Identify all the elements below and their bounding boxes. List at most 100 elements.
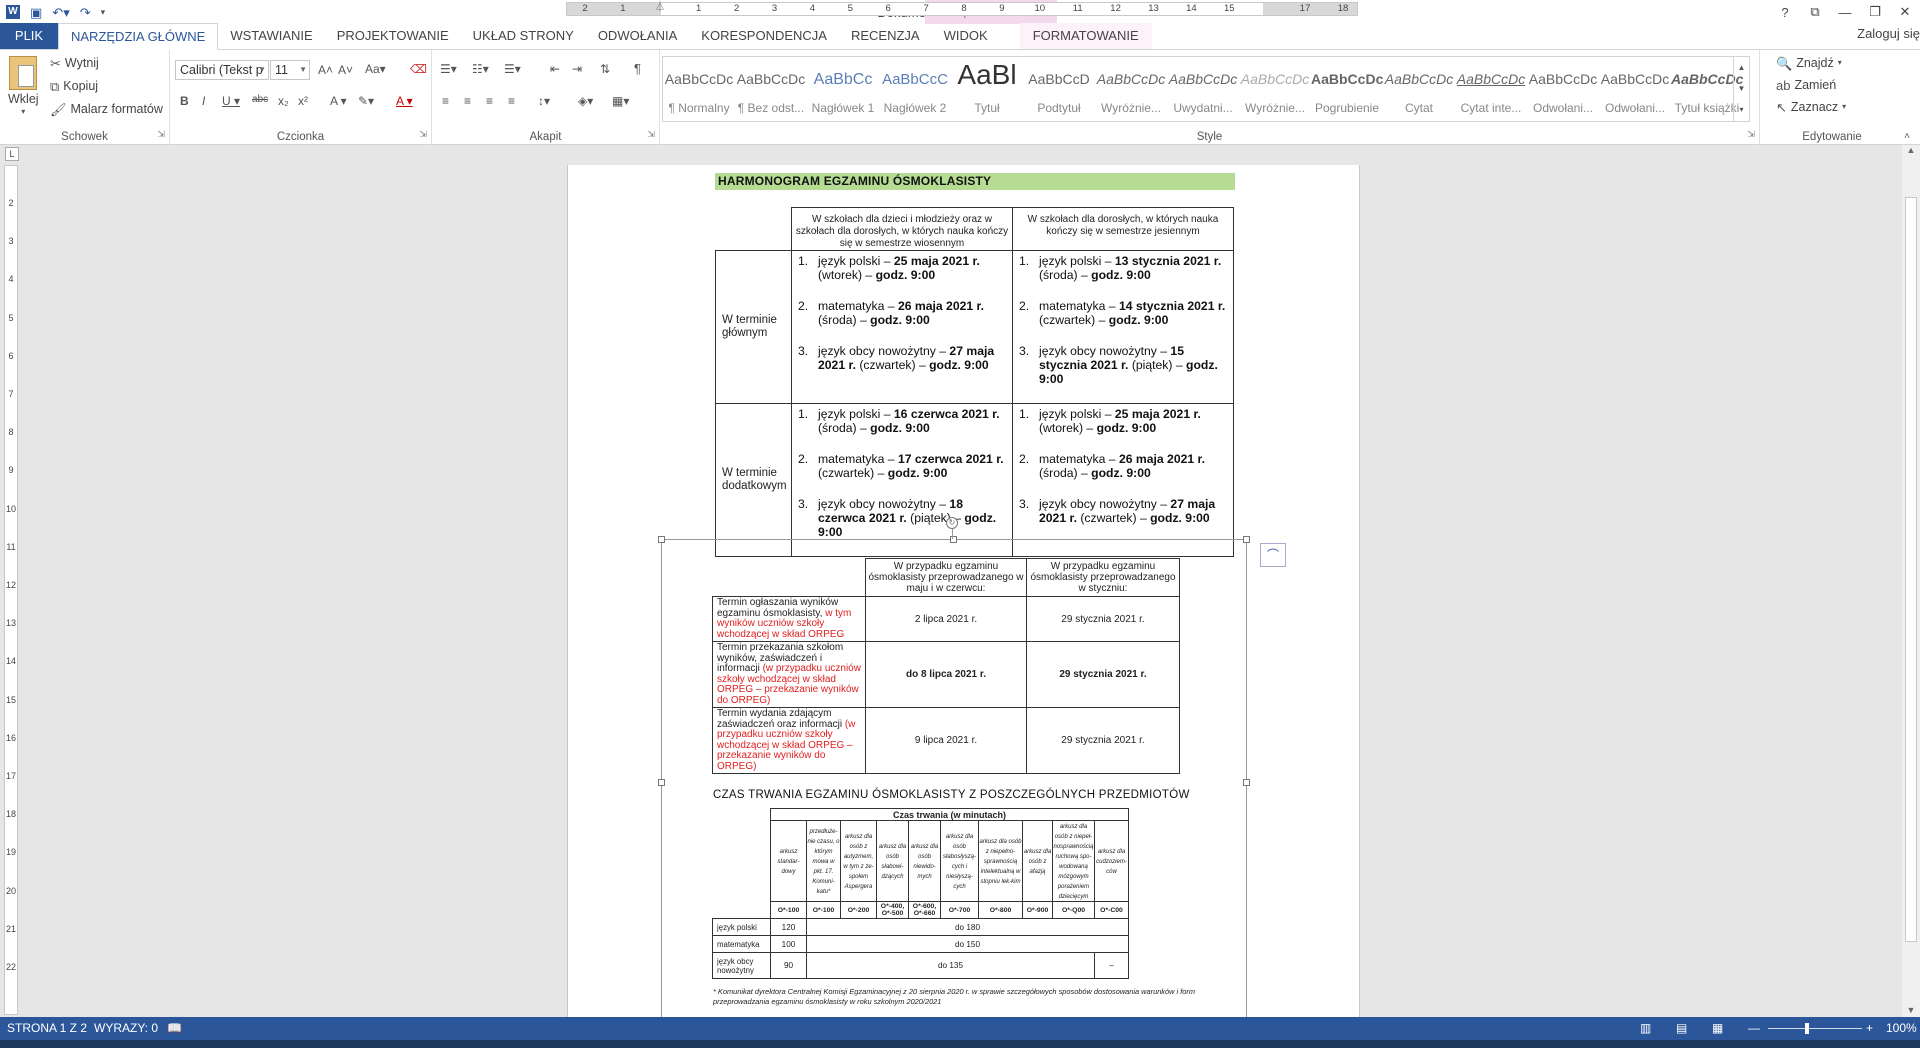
zoom-out-icon[interactable]: — [1748, 1021, 1760, 1035]
restore-icon[interactable]: ❐ [1860, 0, 1890, 24]
resize-handle-l[interactable] [658, 779, 665, 786]
find-dropdown-icon[interactable]: ▾ [1838, 59, 1842, 67]
style-item-2[interactable]: AaBbCc Nagłówek 1 [807, 57, 879, 121]
copy-button[interactable]: ⧉ Kopiuj [50, 79, 98, 93]
replace-button[interactable]: ab Zamień [1776, 78, 1836, 92]
scroll-up-icon[interactable]: ▲ [1902, 145, 1920, 155]
paste-dropdown-icon[interactable]: ▾ [21, 108, 25, 116]
align-center-icon[interactable]: ≡ [464, 94, 471, 108]
vertical-ruler[interactable]: 2 3 4 5 6 7 8 9 10 11 12 13 14 15 16 17 18 19 20 21 22 [4, 165, 18, 1015]
read-mode-icon[interactable]: ▥ [1640, 1021, 1651, 1035]
font-name-combo[interactable]: Calibri (Tekst p ▼ [175, 60, 269, 80]
help-icon[interactable]: ? [1770, 0, 1800, 24]
resize-handle-r[interactable] [1243, 779, 1250, 786]
gallery-up-icon[interactable]: ▲ [1734, 57, 1749, 78]
style-item-7[interactable]: AaBbCcDc Uwydatni... [1167, 57, 1239, 121]
scroll-down-icon[interactable]: ▼ [1902, 1005, 1920, 1015]
italic-icon[interactable]: I [202, 94, 205, 108]
tab-layout[interactable]: UKŁAD STRONY [461, 23, 586, 49]
page-indicator[interactable]: STRONA 1 Z 2 [7, 1021, 87, 1035]
style-item-1[interactable]: AaBbCcDc ¶ Bez odst... [735, 57, 807, 121]
change-case-icon[interactable]: Aa▾ [365, 62, 386, 76]
numbering-icon[interactable]: ☷▾ [472, 62, 489, 76]
find-button[interactable]: 🔍 Znajdź ▾ [1776, 56, 1842, 70]
gallery-down-icon[interactable]: ▼ [1734, 78, 1749, 99]
sort-icon[interactable]: ⇅ [600, 62, 610, 76]
style-item-5[interactable]: AaBbCcD Podtytuł [1023, 57, 1095, 121]
scroll-thumb[interactable] [1905, 197, 1917, 942]
style-item-9[interactable]: AaBbCcDc Pogrubienie [1311, 57, 1383, 121]
grow-font-icon[interactable]: A˄ [318, 63, 333, 77]
paste-button[interactable]: Wklej ▾ [8, 56, 39, 116]
shrink-font-icon[interactable]: A˅ [338, 63, 353, 77]
align-left-icon[interactable]: ≡ [442, 94, 449, 108]
font-name-dropdown-icon[interactable]: ▼ [258, 61, 266, 79]
shading-icon[interactable]: ◈▾ [578, 94, 593, 108]
rotate-handle-icon[interactable]: ↻ [946, 517, 958, 529]
text-effects-icon[interactable]: A ▾ [330, 94, 347, 108]
print-layout-icon[interactable]: ▤ [1676, 1021, 1687, 1035]
clipboard-launcher-icon[interactable]: ⇲ [157, 129, 165, 140]
redo-icon[interactable]: ↷ [80, 6, 91, 19]
justify-icon[interactable]: ≡ [508, 94, 515, 108]
zoom-in-icon[interactable]: + [1866, 1021, 1873, 1035]
customize-qa-icon[interactable]: ▾ [101, 7, 106, 17]
align-right-icon[interactable]: ≡ [486, 94, 493, 108]
style-item-13[interactable]: AaBbCcDc Odwołani... [1599, 57, 1671, 121]
layout-options-icon[interactable]: ⌒ [1260, 543, 1286, 567]
tab-design[interactable]: PROJEKTOWANIE [325, 23, 461, 49]
style-item-12[interactable]: AaBbCcDc Odwołani... [1527, 57, 1599, 121]
style-item-0[interactable]: AaBbCcDc ¶ Normalny [663, 57, 735, 121]
line-spacing-icon[interactable]: ↕▾ [538, 94, 550, 108]
format-painter-button[interactable]: 🖌 Malarz formatów [50, 102, 163, 116]
tab-view[interactable]: WIDOK [932, 23, 1000, 49]
font-launcher-icon[interactable]: ⇲ [419, 129, 427, 140]
paragraph-launcher-icon[interactable]: ⇲ [647, 129, 655, 140]
gallery-more-icon[interactable]: ▾ [1734, 99, 1749, 120]
web-layout-icon[interactable]: ▦ [1712, 1021, 1723, 1035]
decrease-indent-icon[interactable]: ⇤ [550, 62, 560, 76]
tab-insert[interactable]: WSTAWIANIE [218, 23, 324, 49]
word-count[interactable]: WYRAZY: 0 [94, 1021, 158, 1035]
sign-in-link[interactable]: Zaloguj się [1857, 26, 1920, 41]
clear-formatting-icon[interactable]: ⌫ [410, 62, 427, 76]
zoom-level[interactable]: 100% [1886, 1021, 1917, 1035]
save-icon[interactable]: ▣ [30, 6, 42, 19]
select-button[interactable]: ↖ Zaznacz ▾ [1776, 100, 1846, 114]
style-item-6[interactable]: AaBbCcDc Wyróżnie... [1095, 57, 1167, 121]
close-icon[interactable]: ✕ [1890, 0, 1920, 24]
ribbon-display-icon[interactable]: ⧉ [1800, 0, 1830, 24]
increase-indent-icon[interactable]: ⇥ [572, 62, 582, 76]
font-size-dropdown-icon[interactable]: ▼ [299, 61, 307, 79]
vertical-scrollbar[interactable]: ▲ ▼ [1902, 145, 1920, 1017]
style-item-4[interactable]: AaBl Tytuł [951, 57, 1023, 121]
select-dropdown-icon[interactable]: ▾ [1842, 103, 1846, 111]
resize-handle-tl[interactable] [658, 536, 665, 543]
underline-icon[interactable]: U ▾ [222, 94, 240, 108]
tab-review[interactable]: RECENZJA [839, 23, 932, 49]
show-marks-icon[interactable]: ¶ [634, 61, 641, 76]
tab-mailings[interactable]: KORESPONDENCJA [689, 23, 839, 49]
multilevel-list-icon[interactable]: ☰▾ [504, 62, 521, 76]
proofing-icon[interactable]: 📖 [167, 1021, 182, 1035]
borders-icon[interactable]: ▦▾ [612, 94, 629, 108]
zoom-slider[interactable] [1768, 1028, 1862, 1029]
styles-launcher-icon[interactable]: ⇲ [1747, 129, 1755, 140]
style-item-11[interactable]: AaBbCcDc Cytat inte... [1455, 57, 1527, 121]
horizontal-ruler[interactable]: 2 1 1 2 3 4 5 6 7 8 9 10 11 12 13 14 15 17 18 ⏃ [566, 2, 1358, 16]
tab-file[interactable]: PLIK [0, 23, 58, 49]
collapse-ribbon-icon[interactable]: ˄ [1904, 131, 1910, 142]
superscript-icon[interactable]: x² [298, 94, 308, 108]
bullets-icon[interactable]: ☰▾ [440, 62, 457, 76]
font-color-icon[interactable]: A ▾ [396, 94, 413, 108]
highlight-icon[interactable]: ✎▾ [358, 94, 374, 108]
undo-icon[interactable]: ↶▾ [52, 6, 69, 19]
tab-references[interactable]: ODWOŁANIA [586, 23, 689, 49]
style-item-8[interactable]: AaBbCcDc Wyróżnie... [1239, 57, 1311, 121]
font-size-combo[interactable]: 11 ▼ [270, 60, 310, 80]
tab-selector-icon[interactable]: L [5, 147, 19, 161]
subscript-icon[interactable]: x₂ [278, 94, 289, 108]
document-page[interactable]: HARMONOGRAM EGZAMINU ÓSMOKLASISTY W szko… [567, 165, 1360, 1017]
zoom-slider-thumb[interactable] [1805, 1023, 1809, 1034]
bold-icon[interactable]: B [180, 94, 189, 108]
